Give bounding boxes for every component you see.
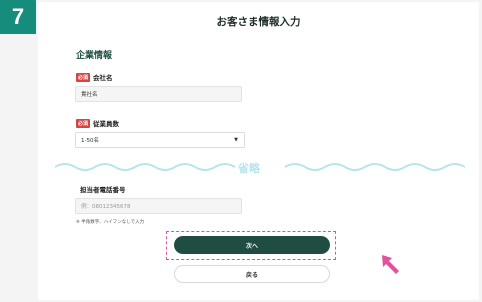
phone-placeholder: 例：08012345678: [81, 204, 131, 210]
phone-input-note: ※ 半角数字、ハイフンなしで入力: [76, 220, 145, 225]
company-name-value: 貴社名: [81, 92, 98, 98]
pointer-arrow-icon: [382, 255, 399, 274]
back-button-label: 戻る: [245, 271, 258, 279]
company-name-label-text: 会社名: [93, 74, 113, 82]
section-title: 企業情報: [76, 51, 113, 61]
employee-count-label: 必須 従業員数: [76, 118, 119, 128]
phone-input[interactable]: 例：08012345678: [75, 198, 242, 214]
phone-label-text: 担当者電話番号: [80, 186, 126, 194]
phone-label: 担当者電話番号: [80, 184, 126, 194]
next-button[interactable]: 次へ: [174, 236, 330, 254]
required-badge: 必須: [76, 118, 91, 128]
next-button-label: 次へ: [245, 242, 258, 250]
omitted-label: 省略: [238, 162, 260, 175]
form-card: お客さま情報入力 企業情報 必須 会社名 貴社名 必須 従業員数 1-50名 ▼…: [38, 2, 479, 300]
dropdown-caret-icon: ▼: [234, 137, 238, 143]
employee-count-select[interactable]: 1-50名 ▼: [75, 132, 245, 148]
employee-count-value: 1-50名: [81, 138, 99, 144]
omission-wave-divider: [55, 163, 465, 171]
required-badge: 必須: [76, 72, 91, 82]
company-name-input[interactable]: 貴社名: [75, 86, 242, 102]
page-title: お客さま情報入力: [216, 16, 301, 28]
back-button[interactable]: 戻る: [174, 265, 330, 283]
company-name-label: 必須 会社名: [76, 72, 113, 82]
step-number-badge: 7: [0, 0, 36, 34]
employee-count-label-text: 従業員数: [93, 120, 120, 128]
